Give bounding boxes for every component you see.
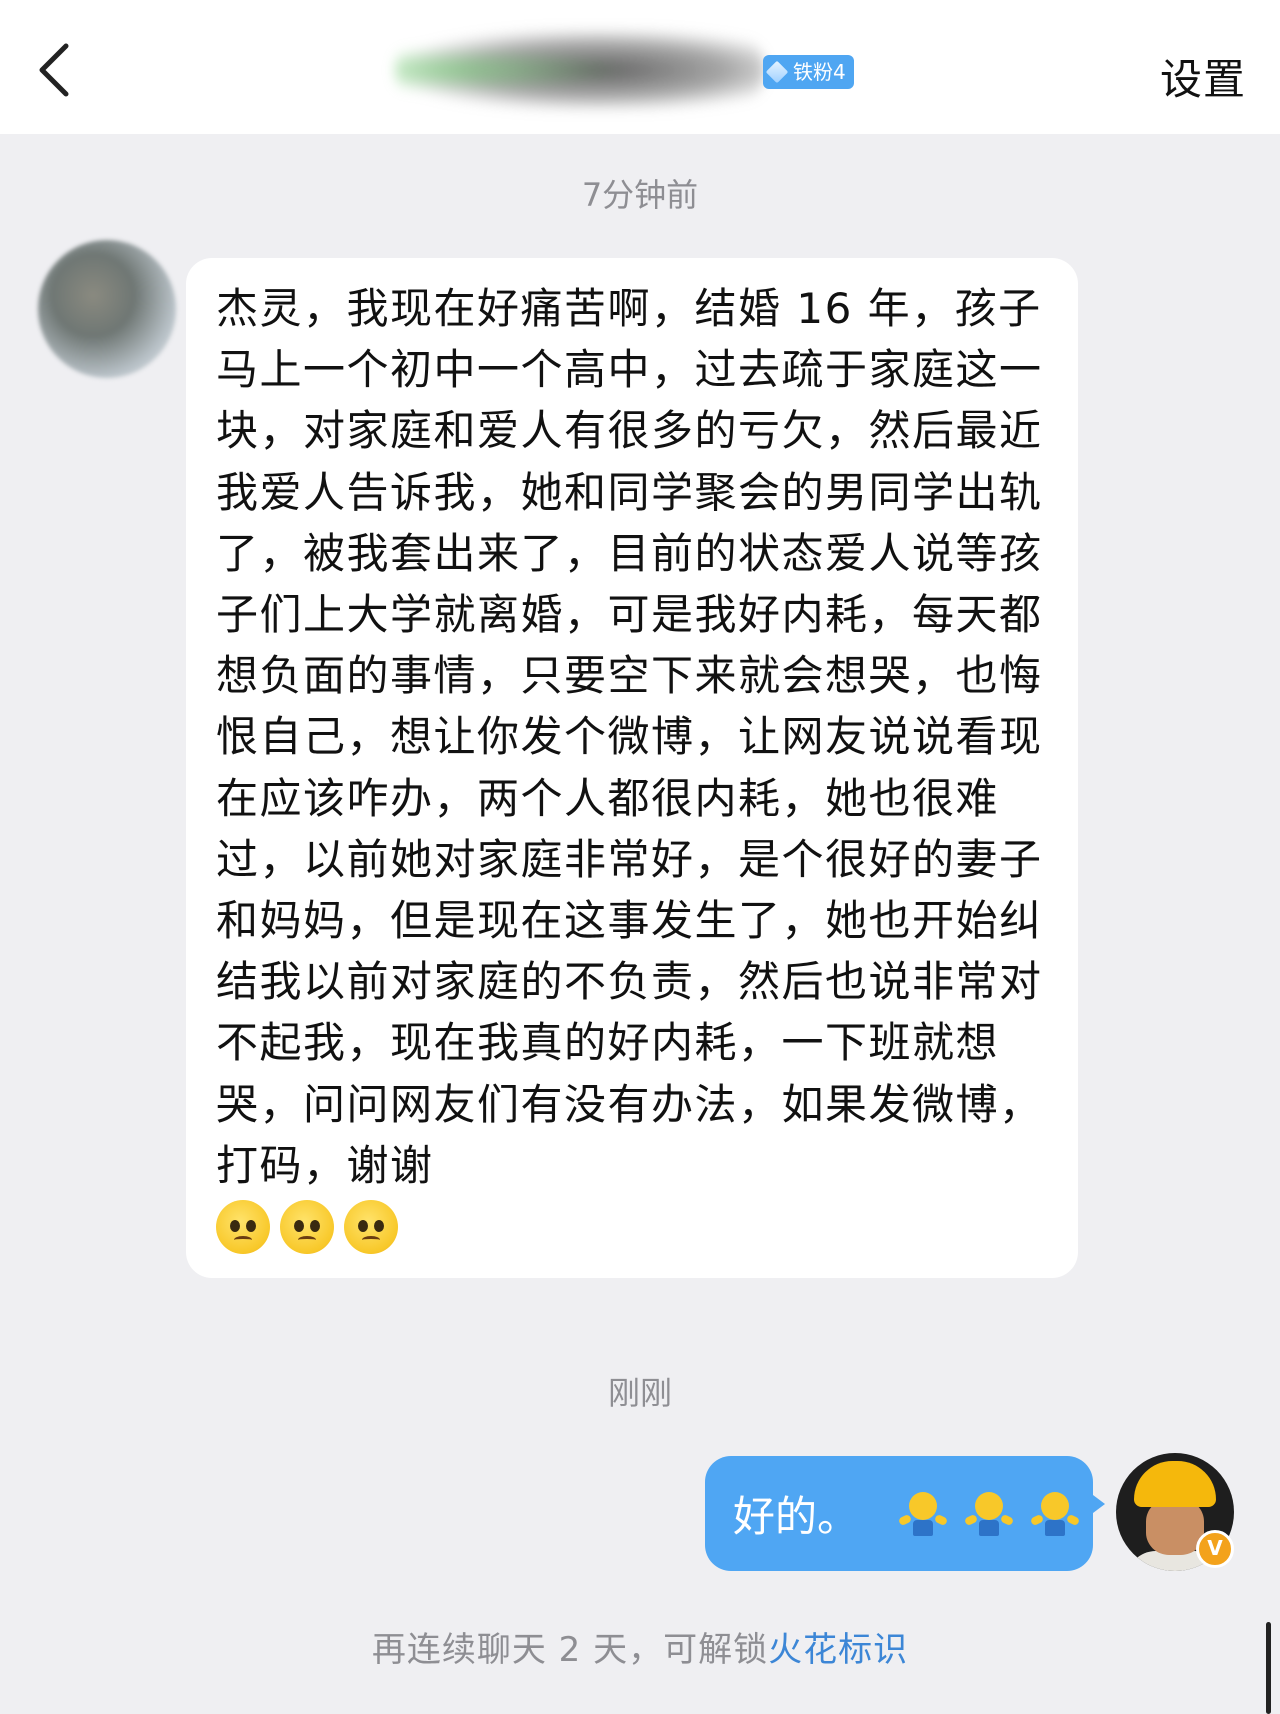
spark-badge-link[interactable]: 火花标识	[768, 1630, 908, 1670]
spark-unlock-hint: 再连续聊天 2 天，可解锁火花标识	[0, 1622, 1280, 1671]
incoming-message-bubble[interactable]: 杰灵，我现在好痛苦啊，结婚 16 年，孩子马上一个初中一个高中，过去疏于家庭这一…	[186, 258, 1078, 1278]
scrollbar[interactable]	[1266, 1622, 1271, 1714]
outgoing-emoji-row	[897, 1490, 1081, 1538]
fan-level-badge: 铁粉4	[763, 55, 854, 89]
outgoing-message-bubble[interactable]: 好的。	[705, 1456, 1105, 1571]
shrug-emoji-icon	[1029, 1490, 1081, 1538]
incoming-message-text: 杰灵，我现在好痛苦啊，结婚 16 年，孩子马上一个初中一个高中，过去疏于家庭这一…	[216, 284, 1043, 1190]
incoming-emoji-row	[216, 1200, 1048, 1255]
blurred-username	[395, 30, 765, 110]
sad-emoji-icon	[344, 1200, 398, 1255]
settings-button[interactable]: 设置	[1160, 46, 1246, 107]
back-button[interactable]	[30, 40, 80, 100]
sender-avatar[interactable]	[38, 240, 176, 378]
shrug-emoji-icon	[963, 1490, 1015, 1538]
sad-emoji-icon	[280, 1200, 334, 1255]
fan-badge-label: 铁粉4	[793, 60, 846, 84]
chevron-left-icon	[39, 43, 69, 97]
sad-emoji-icon	[216, 1200, 270, 1255]
verified-v-icon: V	[1196, 1530, 1234, 1568]
message-timestamp: 7分钟前	[581, 176, 699, 214]
hint-text: 再连续聊天 2 天，可解锁	[371, 1630, 769, 1670]
chat-title: 铁粉4	[395, 22, 865, 117]
outgoing-message-text: 好的。	[733, 1492, 860, 1541]
diamond-icon	[765, 60, 789, 84]
shrug-emoji-icon	[897, 1490, 949, 1538]
chat-header: 铁粉4 设置	[0, 0, 1280, 134]
message-timestamp: 刚刚	[607, 1374, 672, 1412]
